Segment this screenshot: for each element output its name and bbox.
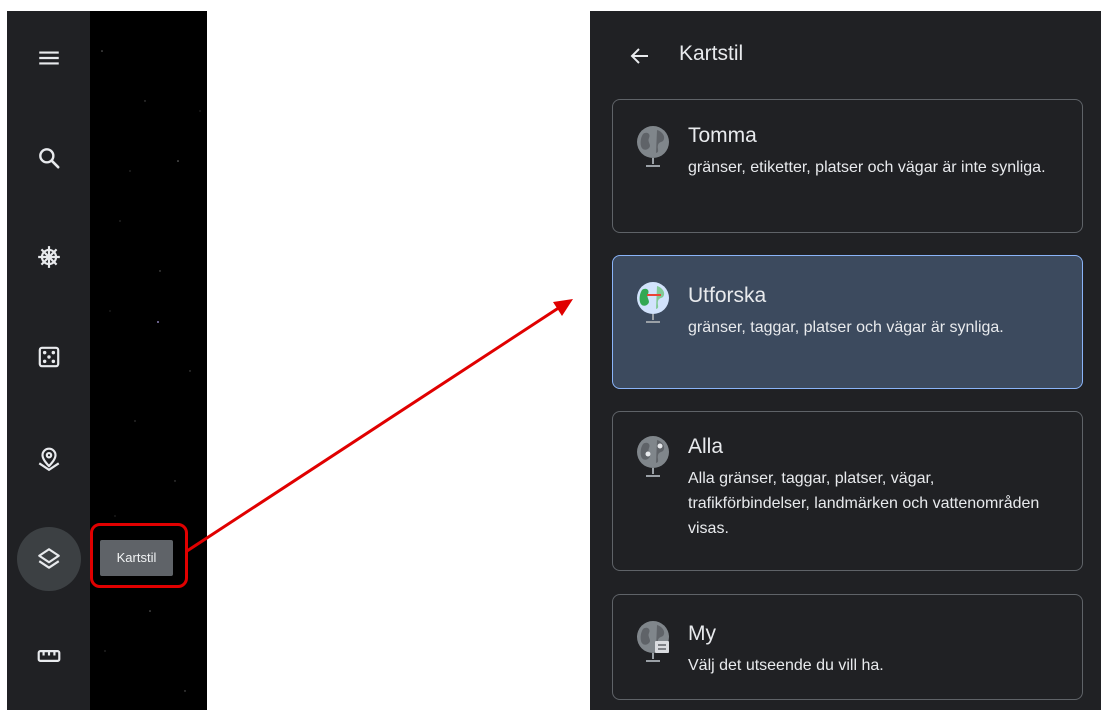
annotation-highlight-box bbox=[90, 523, 188, 588]
globe-color-icon bbox=[637, 282, 669, 323]
projects-icon bbox=[38, 447, 59, 472]
globe-view-starfield[interactable] bbox=[90, 11, 207, 710]
map-style-panel: Kartstil Tomma gränser, etiketter, plats… bbox=[590, 11, 1101, 710]
left-nav-rail bbox=[7, 11, 90, 710]
map-style-button-highlight bbox=[16, 527, 81, 591]
panel-title: Kartstil bbox=[679, 42, 744, 65]
menu-button[interactable] bbox=[7, 28, 90, 88]
style-option-title: My bbox=[688, 622, 716, 645]
style-option-tomma[interactable]: Tomma gränser, etiketter, platser och vä… bbox=[612, 99, 1083, 233]
style-option-description: Välj det utseende du vill ha. bbox=[688, 657, 884, 674]
style-option-title: Utforska bbox=[688, 284, 767, 307]
projects-button[interactable] bbox=[7, 429, 90, 489]
globe-gray-icon bbox=[637, 126, 669, 167]
menu-icon bbox=[38, 51, 59, 65]
globe-custom-icon bbox=[637, 621, 669, 662]
measure-button[interactable] bbox=[7, 626, 90, 686]
style-option-alla[interactable]: Alla Alla gränser, taggar, platser, väga… bbox=[612, 411, 1083, 571]
style-option-description: gränser, etiketter, platser och vägar är… bbox=[688, 159, 1046, 176]
random-location-button[interactable] bbox=[7, 327, 90, 387]
style-option-my[interactable]: My Välj det utseende du vill ha. bbox=[612, 594, 1083, 700]
map-style-button[interactable] bbox=[7, 527, 90, 591]
search-icon bbox=[38, 148, 60, 169]
back-arrow-icon[interactable] bbox=[628, 44, 652, 68]
style-option-utforska[interactable]: Utforska gränser, taggar, platser och vä… bbox=[612, 255, 1083, 389]
starfield bbox=[101, 50, 201, 692]
dice-icon bbox=[38, 346, 59, 368]
voyager-icon bbox=[37, 246, 60, 268]
layers-icon bbox=[37, 548, 60, 569]
panel-header: Kartstil bbox=[590, 11, 1101, 97]
ruler-icon bbox=[37, 650, 60, 662]
style-option-description: Alla gränser, taggar, platser, vägar, tr… bbox=[688, 470, 1040, 537]
voyager-button[interactable] bbox=[7, 227, 90, 287]
search-button[interactable] bbox=[7, 128, 90, 188]
style-option-description: gränser, taggar, platser och vägar är sy… bbox=[688, 319, 1004, 336]
globe-pins-icon bbox=[637, 436, 669, 477]
style-option-title: Tomma bbox=[688, 124, 757, 147]
style-option-title: Alla bbox=[688, 435, 724, 458]
